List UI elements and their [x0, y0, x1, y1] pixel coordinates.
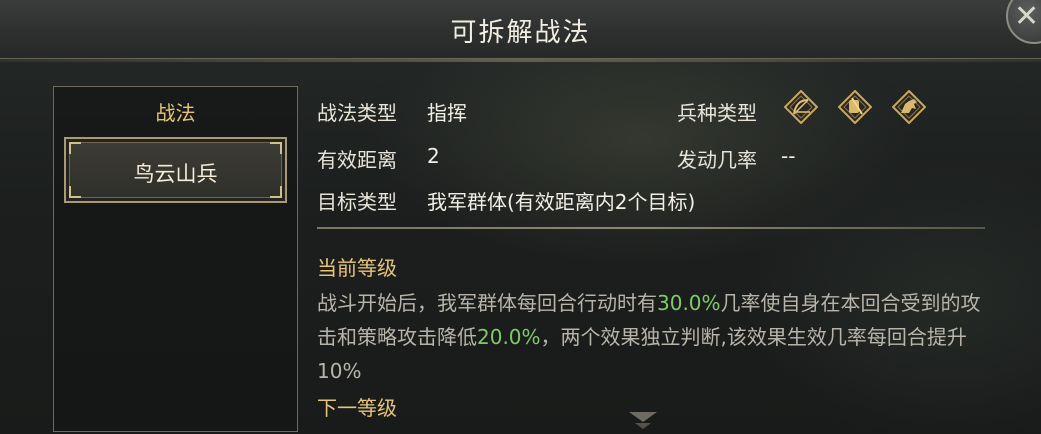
archer-icon[interactable] [784, 90, 818, 124]
range-value: 2 [427, 144, 440, 168]
current-level-title: 当前等级 [317, 256, 397, 280]
corner-ornament [69, 142, 81, 154]
current-level-description: 战斗开始后，我军群体每回合行动时有30.0%几率使自身在本回合受到的攻击和策略攻… [317, 286, 982, 388]
tactic-type-value: 指挥 [427, 101, 467, 125]
tactic-list-item[interactable]: 鸟云山兵 [64, 137, 287, 203]
desc-highlight-reduction: 20.0% [477, 325, 541, 349]
title-bar: 可拆解战法 [0, 0, 1041, 62]
scroll-down-icon-inner [635, 423, 651, 429]
tactic-name: 鸟云山兵 [133, 162, 218, 186]
trigger-rate-label: 发动几率 [677, 148, 757, 172]
trigger-rate-value: -- [781, 144, 796, 168]
desc-text: 战斗开始后，我军群体每回合行动时有 [317, 291, 657, 315]
page-title: 可拆解战法 [450, 18, 591, 48]
tactic-list-panel: 战法 鸟云山兵 [53, 86, 298, 432]
section-divider [317, 227, 985, 229]
range-label: 有效距离 [317, 148, 397, 172]
shield-infantry-icon[interactable] [838, 90, 872, 124]
tactic-type-label: 战法类型 [317, 101, 397, 125]
cavalry-icon[interactable] [892, 90, 926, 124]
target-type-label: 目标类型 [317, 190, 397, 214]
corner-ornament [270, 142, 282, 154]
tactic-list-header: 战法 [155, 101, 196, 125]
target-type-value: 我军群体(有效距离内2个目标) [427, 190, 696, 214]
desc-highlight-rate: 30.0% [657, 291, 721, 315]
next-level-title: 下一等级 [317, 396, 397, 420]
troop-type-label: 兵种类型 [677, 101, 757, 125]
close-icon: ✕ [1014, 0, 1040, 34]
scroll-down-icon[interactable] [629, 412, 657, 422]
